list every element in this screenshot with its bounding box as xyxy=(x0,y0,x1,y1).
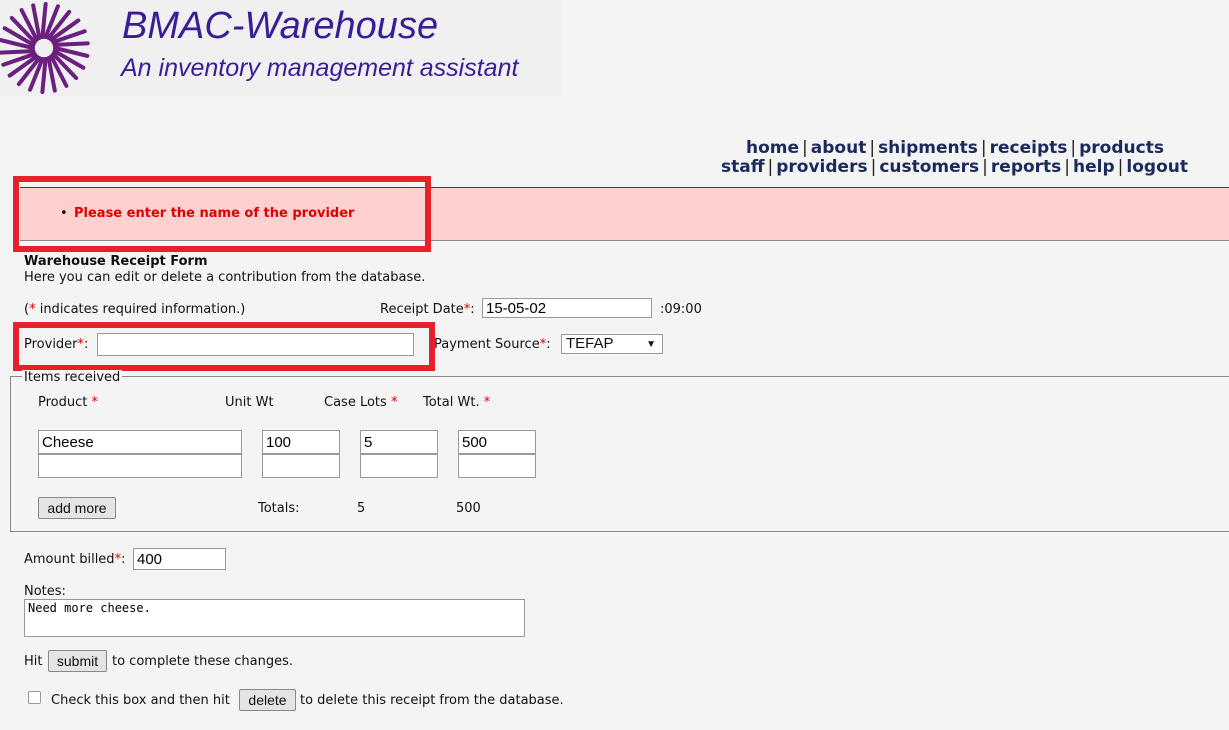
highlight-box-provider xyxy=(13,322,435,371)
form-title: Warehouse Receipt Form xyxy=(24,254,208,269)
add-more-button[interactable]: add more xyxy=(38,497,116,519)
nav-providers[interactable]: providers xyxy=(776,157,867,177)
column-header-product: Product * xyxy=(38,395,98,410)
notes-textarea[interactable]: Need more cheese. xyxy=(24,599,525,637)
receipt-date-label: Receipt Date*: xyxy=(380,302,475,317)
delete-checkbox[interactable] xyxy=(28,691,41,704)
nav-about[interactable]: about xyxy=(811,138,867,158)
app-title: BMAC-Warehouse xyxy=(122,5,439,47)
column-header-unit-wt: Unit Wt xyxy=(225,395,274,410)
hit-label: Hit xyxy=(24,654,43,669)
nav-shipments[interactable]: shipments xyxy=(878,138,978,158)
item-case-lots-input[interactable] xyxy=(360,454,438,478)
totals-label: Totals: xyxy=(258,501,300,516)
payment-source-label: Payment Source*: xyxy=(434,337,551,352)
items-legend: Items received xyxy=(22,370,123,385)
nav-logout[interactable]: logout xyxy=(1126,157,1188,177)
total-case-lots: 5 xyxy=(357,501,366,516)
nav-row-2: staff | providers | customers | reports | help | l… xyxy=(721,157,1188,177)
form-description: Here you can edit or delete a contributi… xyxy=(24,270,426,285)
delete-button[interactable]: delete xyxy=(239,689,296,711)
column-header-total-wt: Total Wt. * xyxy=(423,395,491,410)
payment-source-select[interactable]: TEFAP ▼ xyxy=(561,334,663,354)
item-product-input[interactable] xyxy=(38,454,242,478)
complete-label: to complete these changes. xyxy=(112,654,294,669)
app-subtitle: An inventory management assistant xyxy=(121,54,519,82)
item-total-wt-input[interactable] xyxy=(458,454,536,478)
item-unit-wt-input[interactable] xyxy=(262,454,340,478)
nav-reports[interactable]: reports xyxy=(991,157,1061,177)
total-weight: 500 xyxy=(456,501,481,516)
nav-row-1: home | about | shipments | receipts | products xyxy=(746,138,1164,158)
highlight-box-error xyxy=(13,176,431,252)
receipt-time: :09:00 xyxy=(660,302,702,317)
nav-home[interactable]: home xyxy=(746,138,799,158)
item-total-wt-input[interactable] xyxy=(458,430,536,454)
nav-help[interactable]: help xyxy=(1073,157,1115,177)
logo-icon xyxy=(0,2,90,94)
receipt-date-input[interactable] xyxy=(482,298,652,318)
submit-button[interactable]: submit xyxy=(48,650,107,672)
item-case-lots-input[interactable] xyxy=(360,430,438,454)
delete-suffix-label: to delete this receipt from the database… xyxy=(300,693,564,708)
item-unit-wt-input[interactable] xyxy=(262,430,340,454)
required-note: (* indicates required information.) xyxy=(24,302,246,317)
dropdown-arrow-icon: ▼ xyxy=(646,339,656,350)
amount-billed-label: Amount billed*: xyxy=(24,552,126,567)
notes-label: Notes: xyxy=(24,584,66,599)
nav-receipts[interactable]: receipts xyxy=(990,138,1068,158)
amount-billed-input[interactable] xyxy=(133,548,226,570)
nav-products[interactable]: products xyxy=(1079,138,1164,158)
nav-customers[interactable]: customers xyxy=(879,157,979,177)
item-product-input[interactable] xyxy=(38,430,242,454)
delete-check-label: Check this box and then hit xyxy=(51,693,230,708)
nav-staff[interactable]: staff xyxy=(721,157,765,177)
column-header-case-lots: Case Lots * xyxy=(324,395,398,410)
